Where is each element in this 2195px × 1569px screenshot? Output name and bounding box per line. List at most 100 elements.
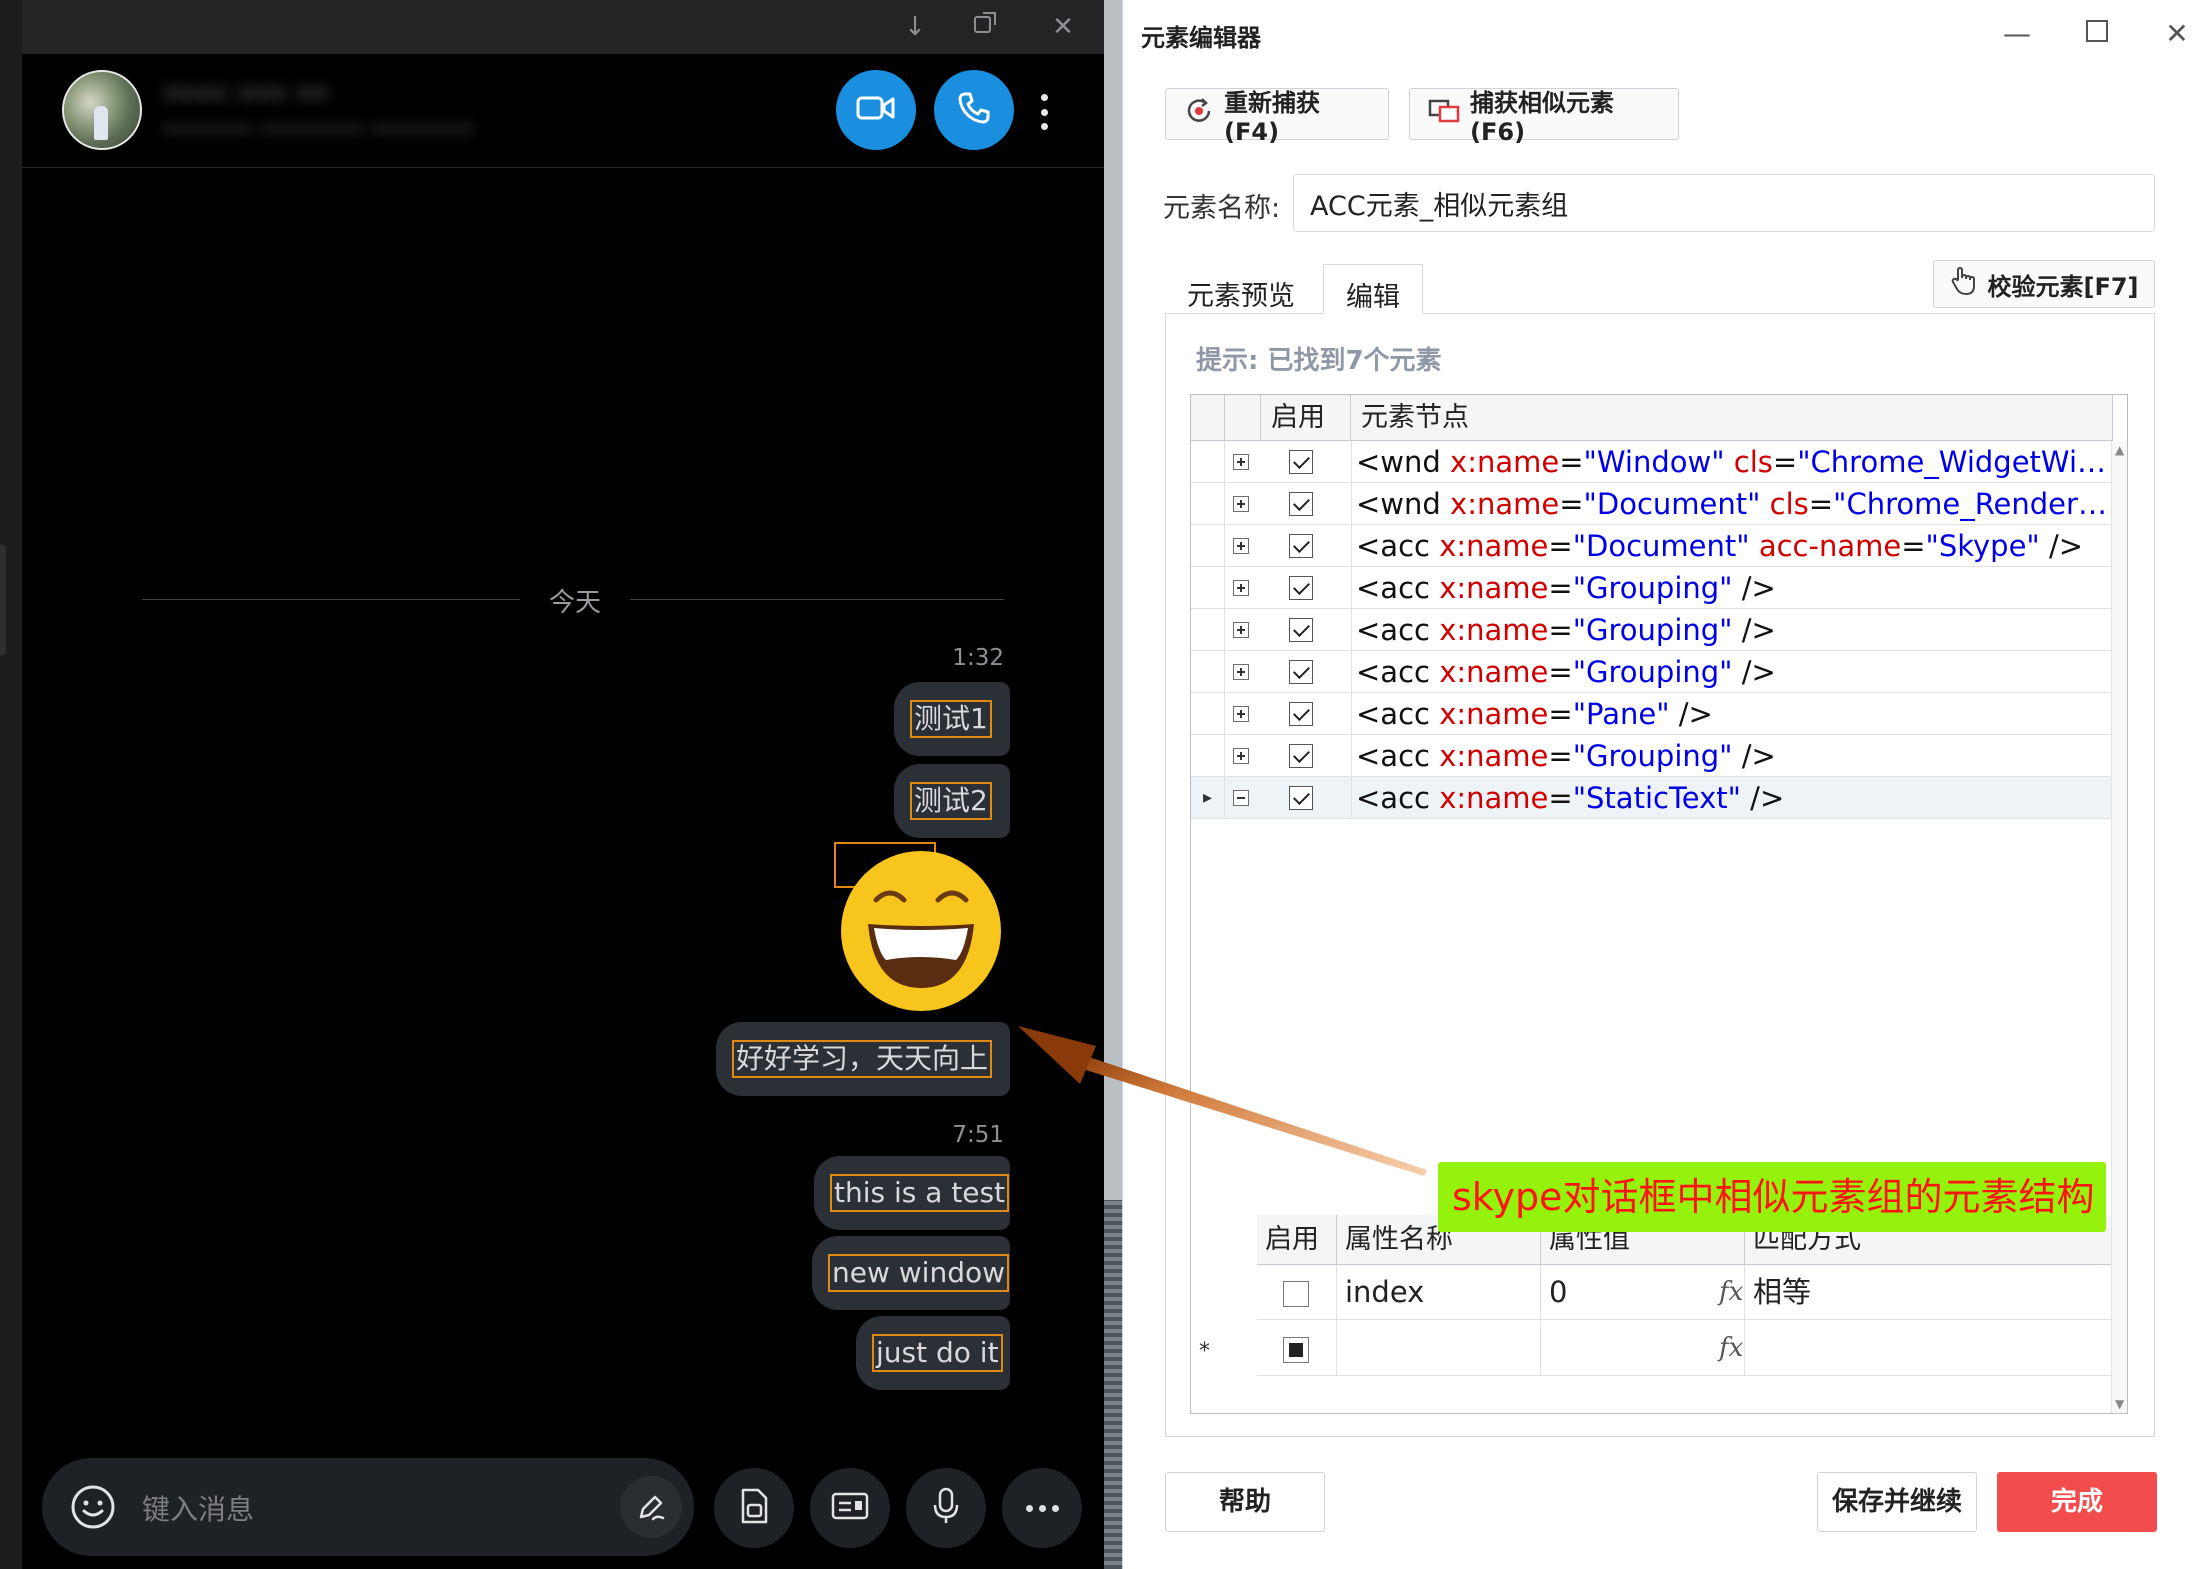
skype-window: ↓ ✕ •••• ••• •• ••••••• •••••••• •••••••… (0, 0, 1104, 1569)
node-text[interactable]: <acc x:name="Grouping" /> (1351, 567, 2113, 609)
vertical-scrollbar[interactable]: ▲ ▼ (2111, 441, 2127, 1413)
enabled-checkbox[interactable] (1289, 492, 1313, 516)
table-row[interactable]: fx (1257, 1321, 2113, 1376)
table-row[interactable]: <wnd x:name="Document" cls="Chrome_Rende… (1191, 483, 2113, 525)
attr-match-cell[interactable]: 相等 (1745, 1265, 2113, 1320)
enabled-checkbox[interactable] (1289, 534, 1313, 558)
tab-element-preview[interactable]: 元素预览 (1165, 264, 1317, 314)
table-row[interactable]: <acc x:name="Grouping" /> (1191, 609, 2113, 651)
collapse-icon[interactable] (1233, 790, 1249, 806)
send-file-button[interactable] (714, 1468, 794, 1548)
more-icon[interactable] (1037, 94, 1051, 130)
table-row[interactable]: ▸ <acc x:name="StaticText" /> (1191, 777, 2113, 819)
scroll-up-icon[interactable]: ▲ (2115, 443, 2124, 457)
element-name-input[interactable] (1293, 174, 2155, 232)
verify-element-button[interactable]: 校验元素[F7] (1933, 260, 2155, 308)
expand-icon[interactable] (1233, 454, 1249, 470)
node-text[interactable]: <acc x:name="Grouping" /> (1351, 609, 2113, 651)
node-text[interactable]: <wnd x:name="Document" cls="Chrome_Rende… (1351, 483, 2113, 525)
new-row-enabled-cell[interactable] (1257, 1321, 1337, 1376)
message-input-placeholder[interactable]: 键入消息 (142, 1488, 254, 1528)
emoji-icon[interactable] (70, 1484, 116, 1530)
function-icon[interactable]: fx (1719, 1321, 1743, 1376)
chat-header: •••• ••• •• ••••••• •••••••• •••••••• (22, 54, 1104, 168)
node-text[interactable]: <acc x:name="Grouping" /> (1351, 651, 2113, 693)
tab-edit[interactable]: 编辑 (1323, 264, 1423, 314)
node-text[interactable]: <acc x:name="Pane" /> (1351, 693, 2113, 735)
expand-icon[interactable] (1233, 664, 1249, 680)
enabled-checkbox[interactable] (1289, 786, 1313, 810)
node-text[interactable]: <acc x:name="Grouping" /> (1351, 735, 2113, 777)
new-row-marker: * (1199, 1339, 1210, 1364)
message-bubble[interactable]: new window (812, 1236, 1010, 1310)
message-text: just do it (872, 1334, 1003, 1372)
enabled-checkbox[interactable] (1289, 618, 1313, 642)
table-row[interactable]: <acc x:name="Pane" /> (1191, 693, 2113, 735)
table-row[interactable]: <acc x:name="Grouping" /> (1191, 567, 2113, 609)
row-indicator: ▸ (1191, 777, 1225, 819)
new-row-checkbox[interactable] (1283, 1337, 1309, 1363)
header-node: 元素节点 (1351, 395, 2113, 441)
close-icon[interactable]: ✕ (1046, 10, 1080, 44)
scroll-down-icon[interactable]: ▼ (2115, 1397, 2124, 1411)
enabled-checkbox[interactable] (1289, 660, 1313, 684)
table-row[interactable]: <wnd x:name="Window" cls="Chrome_WidgetW… (1191, 441, 2113, 483)
capture-similar-button[interactable]: 捕获相似元素(F6) (1409, 88, 1679, 146)
message-text: 测试1 (910, 700, 992, 738)
row-indicator (1191, 735, 1225, 777)
contact-name[interactable]: •••• ••• •• (162, 78, 328, 111)
more-options-button[interactable] (1002, 1468, 1082, 1548)
video-call-button[interactable] (836, 70, 916, 150)
node-text[interactable]: <acc x:name="StaticText" /> (1351, 777, 2113, 819)
table-row[interactable]: <acc x:name="Grouping" /> (1191, 735, 2113, 777)
new-row-name-cell[interactable] (1337, 1321, 1541, 1376)
message-bubble[interactable]: just do it (856, 1316, 1010, 1390)
pen-icon[interactable] (620, 1476, 682, 1538)
table-row[interactable]: <acc x:name="Grouping" /> (1191, 651, 2113, 693)
help-button[interactable]: 帮助 (1165, 1472, 1325, 1532)
save-continue-button[interactable]: 保存并继续 (1817, 1472, 1977, 1532)
attr-value-cell[interactable]: 0 fx (1541, 1265, 1745, 1320)
expand-icon[interactable] (1233, 538, 1249, 554)
expand-icon[interactable] (1233, 496, 1249, 512)
table-row[interactable]: <acc x:name="Document" acc-name="Skype" … (1191, 525, 2113, 567)
message-bubble[interactable]: this is a test (814, 1156, 1010, 1230)
audio-call-button[interactable] (934, 70, 1014, 150)
message-composer[interactable]: 键入消息 (42, 1458, 694, 1556)
done-button[interactable]: 完成 (1997, 1472, 2157, 1532)
attr-enabled-checkbox[interactable] (1283, 1281, 1309, 1307)
laughing-emoji-icon[interactable] (838, 848, 1004, 1014)
timestamp: 7:51 (952, 1122, 1004, 1148)
new-row-match-cell[interactable] (1745, 1321, 2113, 1376)
popout-icon[interactable] (968, 10, 1002, 44)
message-bubble[interactable]: 好好学习，天天向上 (716, 1022, 1010, 1096)
enabled-checkbox[interactable] (1289, 744, 1313, 768)
expand-icon[interactable] (1233, 706, 1249, 722)
node-text[interactable]: <acc x:name="Document" acc-name="Skype" … (1351, 525, 2113, 567)
record-audio-button[interactable] (906, 1468, 986, 1548)
recapture-button[interactable]: 重新捕获(F4) (1165, 88, 1389, 146)
expand-icon[interactable] (1233, 748, 1249, 764)
timestamp: 1:32 (952, 645, 1004, 671)
send-contact-button[interactable] (810, 1468, 890, 1548)
enabled-checkbox[interactable] (1289, 576, 1313, 600)
message-bubble[interactable]: 测试1 (894, 682, 1010, 756)
new-row-value-cell[interactable]: fx (1541, 1321, 1745, 1376)
skype-titlebar: ↓ ✕ (0, 0, 1104, 54)
avatar[interactable] (62, 70, 142, 150)
minimize-icon[interactable]: — (1997, 14, 2037, 54)
download-icon[interactable]: ↓ (898, 10, 932, 44)
expand-icon[interactable] (1233, 580, 1249, 596)
enabled-checkbox[interactable] (1289, 450, 1313, 474)
hand-pointer-icon (1949, 266, 1977, 302)
attr-name-cell[interactable]: index (1337, 1265, 1541, 1320)
attr-enabled-cell[interactable] (1257, 1265, 1337, 1320)
function-icon[interactable]: fx (1719, 1265, 1743, 1320)
table-row[interactable]: index 0 fx 相等 (1257, 1265, 2113, 1320)
maximize-icon[interactable] (2077, 14, 2117, 54)
message-bubble[interactable]: 测试2 (894, 764, 1010, 838)
node-text[interactable]: <wnd x:name="Window" cls="Chrome_WidgetW… (1351, 441, 2113, 483)
enabled-checkbox[interactable] (1289, 702, 1313, 726)
expand-icon[interactable] (1233, 622, 1249, 638)
close-icon[interactable]: ✕ (2157, 14, 2195, 54)
